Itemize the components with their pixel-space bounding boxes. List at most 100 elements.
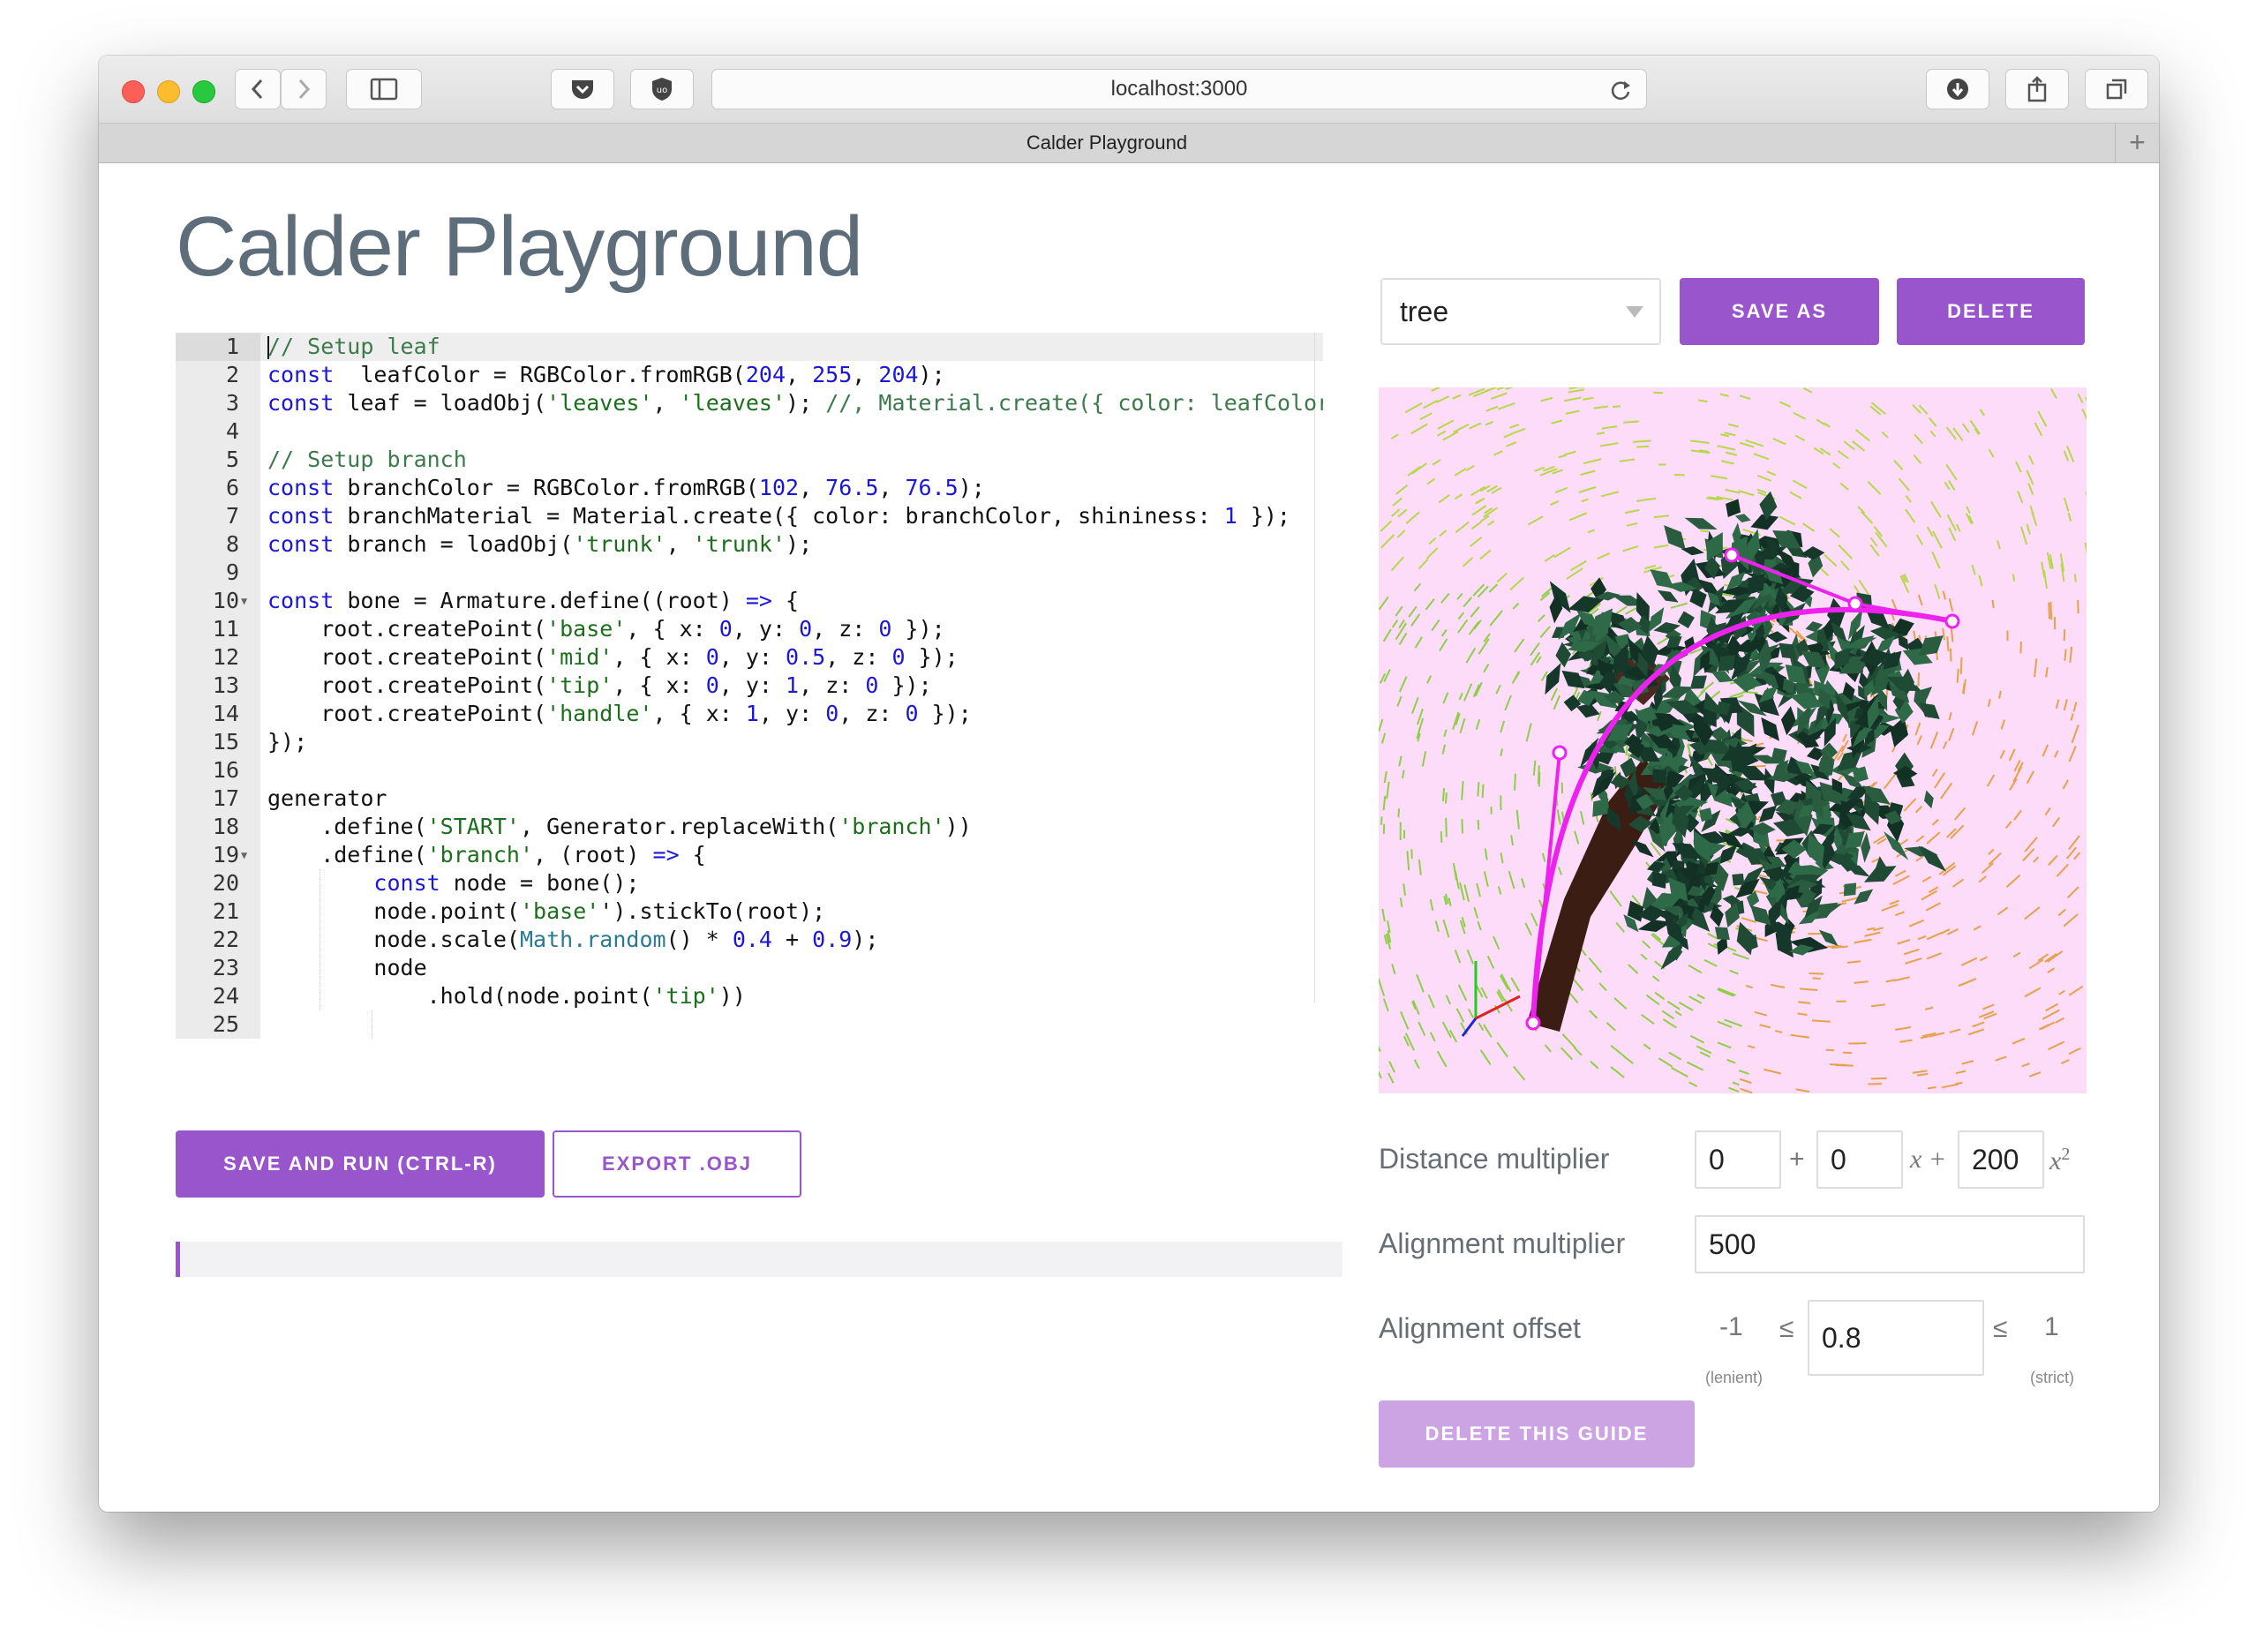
code-line[interactable]: 3 const leaf = loadObj('leaves', 'leaves'… xyxy=(176,389,1323,417)
code-line[interactable]: 25 xyxy=(176,1010,1323,1039)
code-line[interactable]: 13 root.createPoint('tip', { x: 0, y: 1,… xyxy=(176,672,1323,700)
code-text: root.createPoint('tip', { x: 0, y: 1, z:… xyxy=(267,672,931,700)
distance-constant-input[interactable]: 0 xyxy=(1695,1130,1781,1189)
code-token: // Setup branch xyxy=(267,447,467,472)
code-editor[interactable]: 1 // Setup leaf 2 const leafColor = RGBColo… xyxy=(176,333,1323,1039)
reload-icon[interactable] xyxy=(1609,79,1632,101)
tab-active[interactable]: Calder Playground xyxy=(99,124,2115,162)
delete-button[interactable]: DELETE xyxy=(1897,278,2085,345)
code-line[interactable]: 7 const branchMaterial = Material.create(… xyxy=(176,502,1323,530)
code-line[interactable]: 12 root.createPoint('mid', { x: 0, y: 0.… xyxy=(176,643,1323,672)
code-token: + xyxy=(771,927,813,952)
code-line[interactable]: 6 const branchColor = RGBColor.fromRGB(10… xyxy=(176,474,1323,502)
delete-guide-button[interactable]: DELETE THIS GUIDE xyxy=(1379,1400,1695,1468)
new-tab-button[interactable]: + xyxy=(2115,124,2159,162)
code-line[interactable]: 1 // Setup leaf xyxy=(176,333,1323,361)
code-token: branch = loadObj( xyxy=(334,531,574,557)
code-token: 'tip' xyxy=(652,983,719,1009)
code-line[interactable]: 11 root.createPoint('base', { x: 0, y: 0… xyxy=(176,615,1323,643)
line-number: 20 xyxy=(212,870,239,896)
distance-quadratic-input[interactable]: 200 xyxy=(1958,1130,2044,1189)
code-text: .define('branch', (root) => { xyxy=(267,841,706,869)
x-squared-base: x xyxy=(2049,1146,2062,1175)
code-line[interactable]: 8 const branch = loadObj('trunk', 'trunk'… xyxy=(176,530,1323,559)
fold-toggle-icon[interactable]: ▼ xyxy=(241,841,247,869)
code-line[interactable]: 22 node.scale(Math.random() * 0.4 + 0.9)… xyxy=(176,926,1323,954)
forward-button[interactable] xyxy=(281,69,327,109)
line-number: 19 xyxy=(212,842,239,867)
downloads-button[interactable] xyxy=(1926,69,1989,109)
alignment-multiplier-label: Alignment multiplier xyxy=(1379,1228,1626,1259)
shield-icon: uo xyxy=(652,78,672,101)
code-text: .hold(node.point('tip')) xyxy=(267,982,746,1010)
code-token: , { x: xyxy=(626,616,719,642)
code-token: generator xyxy=(267,785,387,811)
tree-render[interactable] xyxy=(1379,387,2087,1093)
code-line[interactable]: 20 const node = bone(); xyxy=(176,869,1323,897)
code-line[interactable]: 17 generator xyxy=(176,785,1323,813)
code-token: ); xyxy=(918,362,945,387)
line-number: 4 xyxy=(225,418,239,444)
code-line[interactable]: 5 // Setup branch xyxy=(176,446,1323,474)
code-line[interactable]: 16 xyxy=(176,756,1323,785)
sidebar-button[interactable] xyxy=(346,69,422,109)
code-text: const bone = Armature.define((root) => { xyxy=(267,587,799,615)
code-line[interactable]: 15}); xyxy=(176,728,1323,756)
code-token: 102 xyxy=(758,475,800,500)
code-line[interactable]: 23 node xyxy=(176,954,1323,982)
code-token: node.scale( xyxy=(267,927,520,952)
code-token: root.createPoint( xyxy=(267,616,547,642)
code-text: const leaf = loadObj('leaves', 'leaves')… xyxy=(267,389,1323,417)
code-token: 0 xyxy=(705,644,719,670)
export-obj-button[interactable]: EXPORT .OBJ xyxy=(553,1130,801,1198)
line-number: 11 xyxy=(212,616,239,642)
code-line[interactable]: 2 const leafColor = RGBColor.fromRGB(204,… xyxy=(176,361,1323,389)
alignment-multiplier-input[interactable]: 500 xyxy=(1695,1215,2085,1273)
fold-toggle-icon[interactable]: ▼ xyxy=(241,587,247,615)
alignment-offset-input[interactable]: 0.8 xyxy=(1808,1300,1984,1376)
code-text: root.createPoint('mid', { x: 0, y: 0.5, … xyxy=(267,643,959,672)
code-token: 0 xyxy=(878,616,892,642)
code-line[interactable]: 19 ▼ .define('branch', (root) => { xyxy=(176,841,1323,869)
code-line[interactable]: 9 xyxy=(176,559,1323,587)
code-line[interactable]: 18 .define('START', Generator.replaceWit… xyxy=(176,813,1323,841)
code-token: , xyxy=(799,475,826,500)
zoom-window-button[interactable] xyxy=(192,80,215,103)
guide-control-point xyxy=(1847,596,1863,612)
code-token: }); xyxy=(1237,503,1290,529)
code-token: bone = Armature.define((root) xyxy=(334,588,746,613)
3d-viewport[interactable] xyxy=(1379,387,2087,1093)
code-line[interactable]: 4 xyxy=(176,417,1323,446)
guide-control-point xyxy=(1525,1015,1541,1031)
guide-control-point xyxy=(1944,613,1960,629)
code-token: , Generator.replaceWith( xyxy=(519,814,839,839)
share-button[interactable] xyxy=(2005,69,2069,109)
code-line[interactable]: 10 ▼ const bone = Armature.define((root) =… xyxy=(176,587,1323,615)
close-window-button[interactable] xyxy=(122,80,145,103)
line-number: 6 xyxy=(225,475,239,500)
url-text: localhost:3000 xyxy=(1110,77,1248,101)
code-token: 0 xyxy=(705,672,719,698)
minimize-window-button[interactable] xyxy=(157,80,180,103)
code-token: node = bone(); xyxy=(440,870,640,896)
preset-select[interactable]: tree xyxy=(1380,278,1661,345)
code-token: .define( xyxy=(267,842,427,867)
code-token: ); xyxy=(958,475,985,500)
code-token: ); xyxy=(786,390,826,416)
distance-linear-input[interactable]: 0 xyxy=(1816,1130,1903,1189)
pocket-button[interactable] xyxy=(551,69,614,109)
code-line[interactable]: 14 root.createPoint('handle', { x: 1, y:… xyxy=(176,700,1323,728)
address-bar[interactable]: localhost:3000 xyxy=(711,69,1647,109)
save-and-run-button[interactable]: SAVE AND RUN (CTRL-R) xyxy=(176,1130,545,1198)
save-as-button[interactable]: SAVE AS xyxy=(1680,278,1879,345)
code-token: 'handle' xyxy=(546,701,653,726)
line-number: 3 xyxy=(225,390,239,416)
code-text: node xyxy=(267,954,426,982)
code-line[interactable]: 21 node.point('base'').stickTo(root); xyxy=(176,897,1323,926)
chevron-right-icon xyxy=(298,79,311,100)
code-line[interactable]: 24 .hold(node.point('tip')) xyxy=(176,982,1323,1010)
back-button[interactable] xyxy=(235,69,281,109)
tabs-overview-button[interactable] xyxy=(2085,69,2148,109)
ublock-button[interactable]: uo xyxy=(630,69,694,109)
